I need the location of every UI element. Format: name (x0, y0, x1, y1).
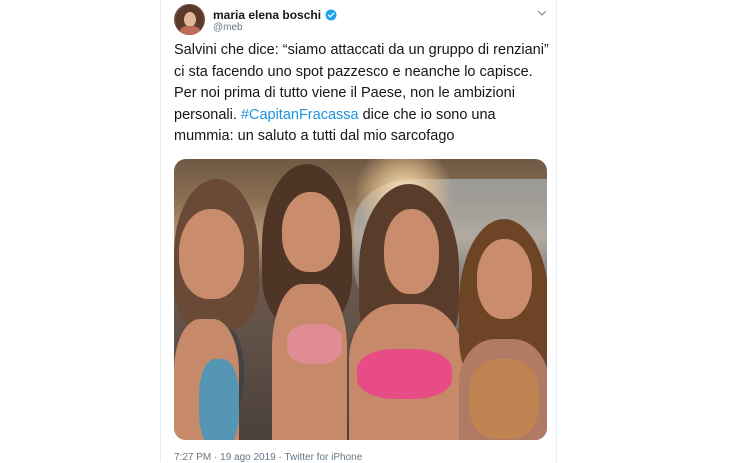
author-name-label[interactable]: maria elena boschi (213, 8, 321, 22)
author-handle[interactable]: @meb (213, 22, 243, 33)
author-name[interactable]: maria elena boschi (213, 8, 337, 22)
verified-badge-icon (325, 9, 337, 21)
chevron-down-icon[interactable] (536, 7, 548, 19)
avatar[interactable] (174, 4, 205, 35)
hashtag-link[interactable]: #CapitanFracassa (241, 107, 359, 123)
tweet-timestamp[interactable]: 7:27 PM · 19 ago 2019 · Twitter for iPho… (174, 452, 362, 463)
tweet-photo[interactable] (174, 159, 547, 440)
tweet-text: Salvini che dice: “siamo attaccati da un… (174, 40, 559, 148)
tweet-card: maria elena boschi @meb Salvini che dice… (160, 0, 559, 463)
